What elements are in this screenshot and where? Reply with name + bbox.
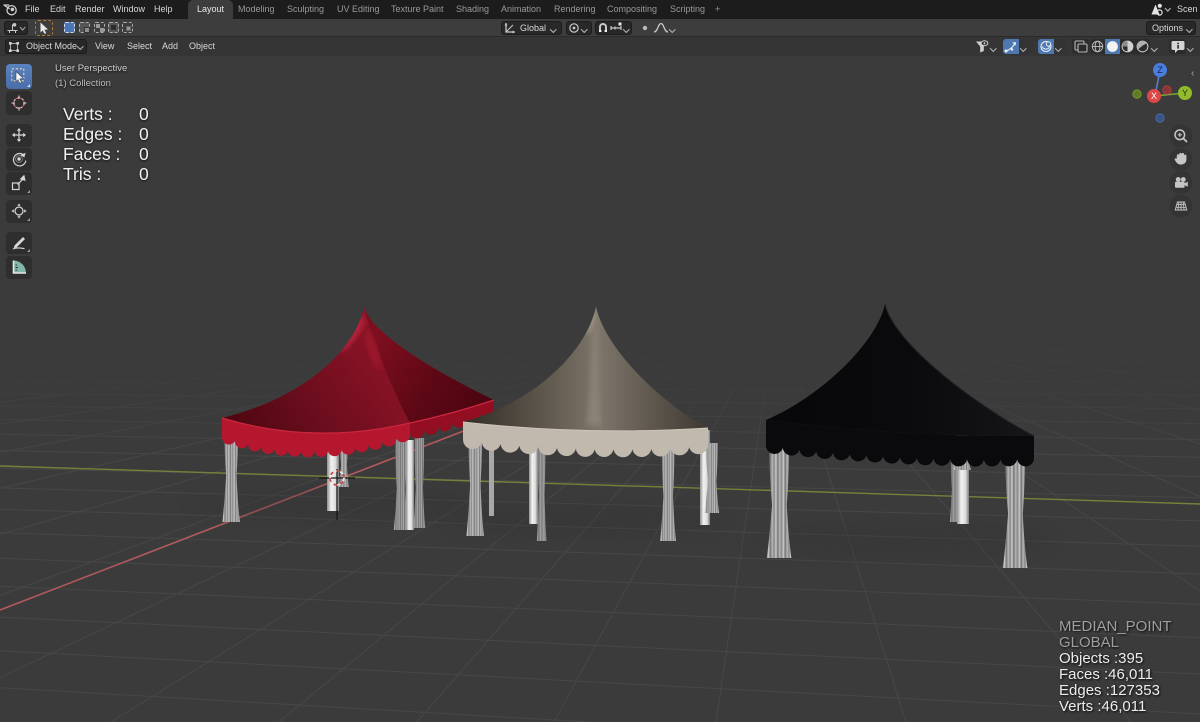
svg-text:Z: Z <box>1157 65 1163 75</box>
svg-text:Y: Y <box>1182 88 1188 98</box>
svg-text:X: X <box>1151 91 1157 101</box>
